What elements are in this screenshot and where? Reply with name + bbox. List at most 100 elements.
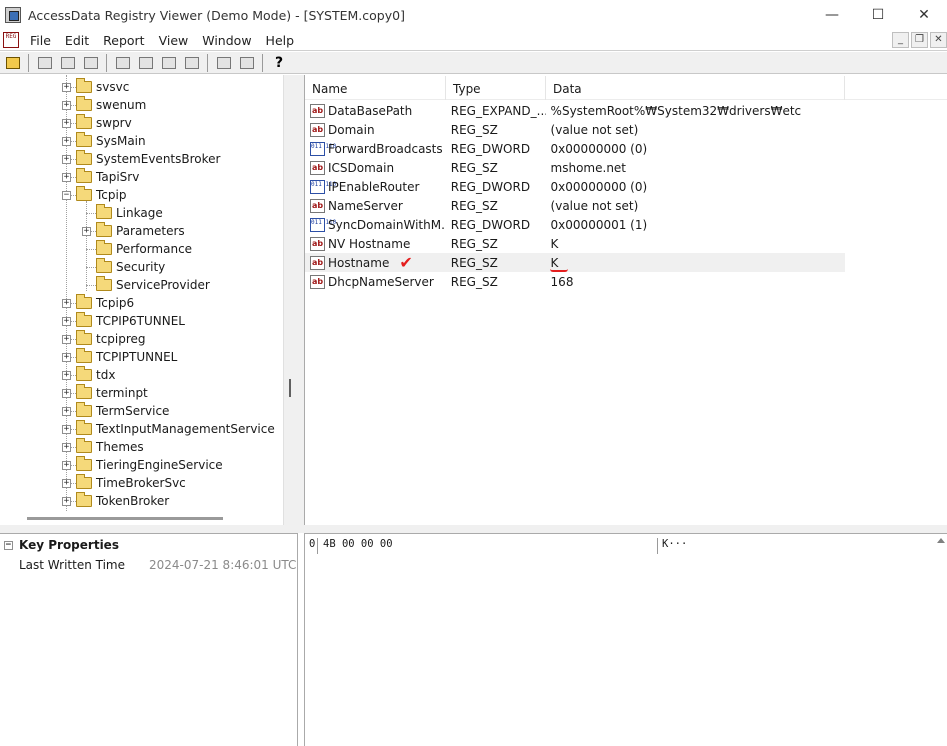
open-file-button[interactable] xyxy=(3,54,23,72)
value-row[interactable]: ab DataBasePath REG_EXPAND_... %SystemRoot%… xyxy=(305,101,845,120)
expand-icon[interactable]: + xyxy=(62,388,71,398)
registry-tree[interactable]: + svsvc + swenum + swprv + SysMain + SystemEvents… xyxy=(0,75,283,525)
tree-node-label: TieringEngineService xyxy=(96,458,223,472)
value-row[interactable]: 011 110 ForwardBroadcasts REG_DWORD 0x00000… xyxy=(305,139,845,158)
key-properties-header[interactable]: − Key Properties xyxy=(0,536,298,554)
window-controls: — ☐ ✕ xyxy=(809,0,947,30)
close-button[interactable]: ✕ xyxy=(901,0,947,30)
tree-node[interactable]: + TCPIPTUNNEL xyxy=(62,348,177,366)
collapse-icon[interactable]: − xyxy=(62,190,71,200)
property-row[interactable]: Last Written Time 2024-07-21 8:46:01 UTC xyxy=(0,556,298,574)
minimize-button[interactable]: — xyxy=(809,0,855,30)
tree-node[interactable]: + TieringEngineService xyxy=(62,456,223,474)
menu-view[interactable]: View xyxy=(152,33,196,48)
tree-node[interactable]: Security xyxy=(82,258,165,276)
expand-icon[interactable]: + xyxy=(62,154,71,164)
folder-icon xyxy=(76,96,92,111)
tree-node[interactable]: + terminpt xyxy=(62,384,148,402)
expand-icon[interactable]: + xyxy=(62,442,71,452)
tree-horizontal-scrollbar[interactable] xyxy=(27,517,223,520)
horizontal-splitter[interactable] xyxy=(0,525,947,533)
value-row[interactable]: ab Hostname ✔ REG_SZ K xyxy=(305,253,845,272)
document-icon[interactable]: REG xyxy=(3,32,19,48)
print-button[interactable] xyxy=(35,54,55,72)
value-row[interactable]: ab ICSDomain REG_SZ mshome.net xyxy=(305,158,845,177)
tree-node[interactable]: + Themes xyxy=(62,438,144,456)
hex-line: 0 4B 00 00 00 K··· xyxy=(305,538,687,554)
expand-icon[interactable]: + xyxy=(62,478,71,488)
tree-node[interactable]: Linkage xyxy=(82,204,163,222)
expand-icon[interactable]: + xyxy=(62,406,71,416)
collapse-icon[interactable]: − xyxy=(4,540,13,550)
menu-file[interactable]: File xyxy=(23,33,58,48)
tree-node[interactable]: − Tcpip xyxy=(62,186,126,204)
tree-node[interactable]: + swprv xyxy=(62,114,132,132)
tree-node[interactable]: + TimeBrokerSvc xyxy=(62,474,186,492)
tree-node[interactable]: + TokenBroker xyxy=(62,492,169,510)
expand-icon[interactable]: + xyxy=(82,226,91,236)
expand-icon[interactable]: + xyxy=(62,136,71,146)
tree-node[interactable]: + svsvc xyxy=(62,78,129,96)
value-row[interactable]: ab Domain REG_SZ (value not set) xyxy=(305,120,845,139)
expand-icon[interactable]: + xyxy=(62,316,71,326)
tree-node[interactable]: Performance xyxy=(82,240,192,258)
tree-node[interactable]: + SystemEventsBroker xyxy=(62,150,220,168)
key-properties-pane: − Key Properties Last Written Time 2024-… xyxy=(0,533,298,746)
values-list[interactable]: Name Type Data ab DataBasePath REG_EXPAND_… xyxy=(304,75,947,528)
copy-button[interactable] xyxy=(182,54,202,72)
scroll-up-icon[interactable] xyxy=(937,538,945,543)
tree-node[interactable]: + tcpipreg xyxy=(62,330,146,348)
find-button[interactable] xyxy=(58,54,78,72)
tree-node[interactable]: + TextInputManagementService xyxy=(62,420,275,438)
expand-icon[interactable]: + xyxy=(62,298,71,308)
tree-node[interactable]: + Parameters xyxy=(82,222,185,240)
find-next-button[interactable] xyxy=(81,54,101,72)
maximize-button[interactable]: ☐ xyxy=(855,0,901,30)
column-data-header[interactable]: Data xyxy=(546,76,845,100)
export-button[interactable] xyxy=(113,54,133,72)
expand-icon[interactable]: + xyxy=(62,352,71,362)
menu-report[interactable]: Report xyxy=(96,33,151,48)
expand-icon[interactable]: + xyxy=(62,118,71,128)
tree-node[interactable]: + TCPIP6TUNNEL xyxy=(62,312,185,330)
tree-node[interactable]: + Tcpip6 xyxy=(62,294,134,312)
column-name-header[interactable]: Name xyxy=(305,76,446,100)
tree-node[interactable]: + tdx xyxy=(62,366,115,384)
help-button[interactable]: ? xyxy=(269,54,289,72)
expand-icon[interactable]: + xyxy=(62,100,71,110)
list-header: Name Type Data xyxy=(305,76,947,100)
key-button[interactable] xyxy=(214,54,234,72)
decrypt-button[interactable] xyxy=(237,54,257,72)
expand-icon[interactable]: + xyxy=(62,172,71,182)
report-button[interactable] xyxy=(136,54,156,72)
folder-icon xyxy=(96,222,112,237)
menu-help[interactable]: Help xyxy=(259,33,302,48)
mdi-restore-button[interactable]: ❐ xyxy=(911,32,928,48)
expand-icon[interactable]: + xyxy=(62,496,71,506)
expand-icon[interactable]: + xyxy=(62,424,71,434)
menu-edit[interactable]: Edit xyxy=(58,33,96,48)
tree-node[interactable]: ServiceProvider xyxy=(82,276,210,294)
expand-icon[interactable]: + xyxy=(62,82,71,92)
hex-view-pane[interactable]: 0 4B 00 00 00 K··· xyxy=(304,533,947,746)
value-row[interactable]: 011 110 SyncDomainWithM... REG_DWORD 0x0000… xyxy=(305,215,845,234)
value-row[interactable]: 011 110 IPEnableRouter REG_DWORD 0x00000000… xyxy=(305,177,845,196)
menu-window[interactable]: Window xyxy=(195,33,258,48)
expand-icon[interactable]: + xyxy=(62,370,71,380)
value-type-cell: REG_EXPAND_... xyxy=(450,103,546,118)
tree-node[interactable]: + swenum xyxy=(62,96,146,114)
expand-icon[interactable]: + xyxy=(62,460,71,470)
column-type-header[interactable]: Type xyxy=(446,76,546,100)
mdi-close-button[interactable]: ✕ xyxy=(930,32,947,48)
value-row[interactable]: ab NV Hostname REG_SZ K xyxy=(305,234,845,253)
tree-splitter[interactable] xyxy=(283,75,304,525)
expand-icon[interactable]: + xyxy=(62,334,71,344)
tree-node[interactable]: + TapiSrv xyxy=(62,168,139,186)
value-row[interactable]: ab NameServer REG_SZ (value not set) xyxy=(305,196,845,215)
edit-report-button[interactable] xyxy=(159,54,179,72)
tree-node[interactable]: + TermService xyxy=(62,402,169,420)
tree-node-label: svsvc xyxy=(96,80,130,94)
mdi-minimize-button[interactable]: _ xyxy=(892,32,909,48)
value-row[interactable]: ab DhcpNameServer REG_SZ 168 xyxy=(305,272,845,291)
tree-node[interactable]: + SysMain xyxy=(62,132,146,150)
